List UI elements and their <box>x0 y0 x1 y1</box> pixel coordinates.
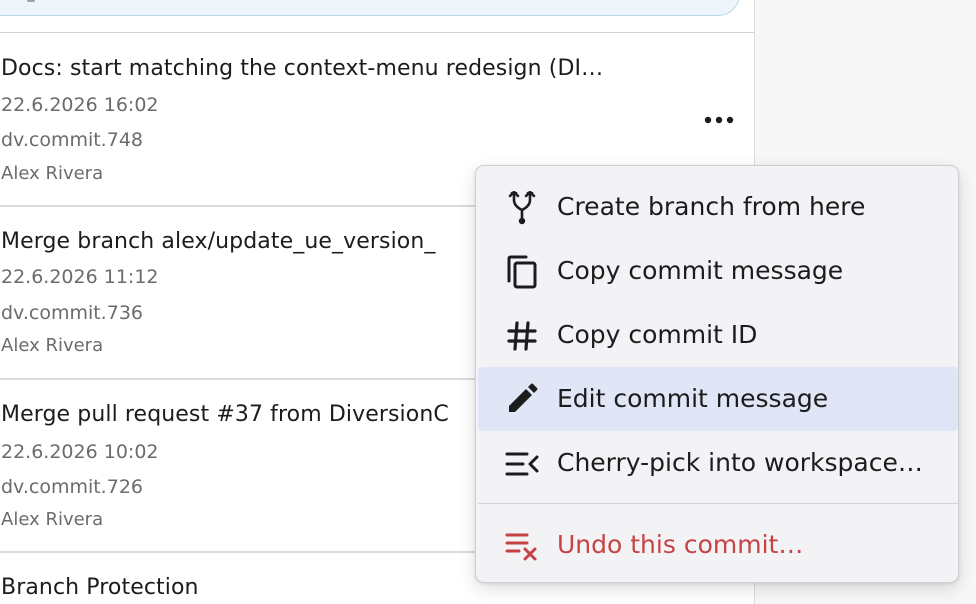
git-fork-icon <box>505 191 539 225</box>
pencil-icon <box>505 382 539 416</box>
undo-commit-icon <box>505 529 539 563</box>
commit-title: Docs: start matching the context-menu re… <box>1 56 604 81</box>
more-horizontal-icon <box>704 116 734 124</box>
cherry-pick-menu-item[interactable]: Cherry-pick into workspace… <box>478 432 958 494</box>
search-bar[interactable] <box>0 0 740 16</box>
create-branch-menu-item[interactable]: Create branch from here <box>478 176 958 238</box>
commit-title: Merge branch alex/update_ue_version_ <box>1 229 436 254</box>
commit-id: dv.commit.736 <box>1 302 143 324</box>
commit-title: Branch Protection <box>1 575 199 600</box>
commit-date: 22.6.2026 16:02 <box>1 94 159 116</box>
commit-author: Alex Rivera <box>1 163 104 184</box>
copy-commit-message-menu-item[interactable]: Copy commit message <box>478 240 958 302</box>
commit-more-button[interactable] <box>698 104 740 136</box>
menu-item-label: Cherry-pick into workspace… <box>557 448 923 477</box>
menu-item-label: Copy commit ID <box>557 320 758 349</box>
commit-date: 22.6.2026 11:12 <box>1 266 159 288</box>
cherry-pick-icon <box>505 447 539 481</box>
commit-title: Merge pull request #37 from DiversionC <box>1 402 449 427</box>
commit-date: 22.6.2026 10:02 <box>1 441 159 463</box>
commit-context-menu: Create branch from here Copy commit mess… <box>475 165 959 583</box>
copy-commit-id-menu-item[interactable]: Copy commit ID <box>478 304 958 366</box>
commit-id: dv.commit.748 <box>1 129 143 151</box>
commit-id: dv.commit.726 <box>1 476 143 498</box>
undo-commit-menu-item[interactable]: Undo this commit… <box>478 514 958 576</box>
menu-item-label: Create branch from here <box>557 192 866 221</box>
list-top-divider <box>0 32 754 33</box>
search-icon <box>27 0 35 2</box>
copy-icon <box>505 255 539 289</box>
commit-author: Alex Rivera <box>1 335 104 356</box>
hash-icon <box>505 319 539 353</box>
edit-commit-message-menu-item[interactable]: Edit commit message <box>478 367 958 431</box>
commit-author: Alex Rivera <box>1 509 104 530</box>
menu-item-label: Edit commit message <box>557 384 829 413</box>
menu-separator <box>478 503 958 504</box>
menu-item-label: Undo this commit… <box>557 530 804 559</box>
menu-item-label: Copy commit message <box>557 256 844 285</box>
app-window: Docs: start matching the context-menu re… <box>0 0 976 604</box>
